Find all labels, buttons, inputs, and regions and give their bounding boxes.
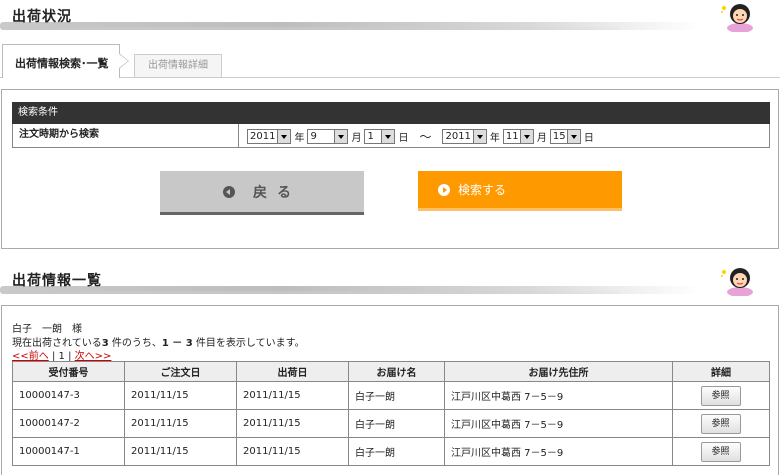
dropdown-arrow-icon bbox=[334, 129, 348, 143]
cell-id: 10000147-2 bbox=[12, 409, 125, 438]
dropdown-arrow-icon bbox=[472, 129, 486, 143]
mascot-icon bbox=[721, 268, 753, 296]
to-month-select[interactable]: 11 bbox=[502, 128, 534, 144]
shipping-list-header: 出荷情報一覧 bbox=[0, 264, 780, 300]
to-day-select[interactable]: 15 bbox=[549, 128, 581, 144]
results-panel: 白子 一朗 様 現在出荷されている3 件のうち、1 － 3 件目を表示しています… bbox=[1, 305, 779, 475]
cell-ship-date: 2011/11/15 bbox=[236, 437, 349, 466]
date-range: 2011 年 9 月 1 日 ～ 2011 年 11 月 15 日 bbox=[247, 128, 594, 144]
cell-id: 10000147-1 bbox=[12, 437, 125, 466]
cell-ship-date: 2011/11/15 bbox=[236, 381, 349, 410]
cell-address: 江戸川区中葛西 7－5－9 bbox=[444, 409, 673, 438]
cell-ship-date: 2011/11/15 bbox=[236, 409, 349, 438]
search-panel: 検索条件 注文時期から検索 2011 年 9 月 1 日 ～ 2011 年 11… bbox=[1, 89, 779, 249]
table-header-row: 受付番号 ご注文日 出荷日 お届け名 お届け先住所 詳細 bbox=[12, 361, 770, 382]
search-header: 検索条件 bbox=[12, 102, 770, 124]
customer-name: 白子 一朗 様 bbox=[12, 324, 82, 335]
tab-detail[interactable]: 出荷情報詳細 bbox=[134, 54, 222, 78]
table-row: 10000147-3 2011/11/15 2011/11/15 白子一朗 江戸… bbox=[12, 381, 770, 410]
col-header-name: お届け名 bbox=[348, 361, 445, 382]
cell-name: 白子一朗 bbox=[348, 381, 445, 410]
brush-stroke-accent bbox=[20, 291, 620, 294]
view-detail-button[interactable]: 参照 bbox=[700, 441, 741, 462]
cell-address: 江戸川区中葛西 7－5－9 bbox=[444, 381, 673, 410]
cell-address: 江戸川区中葛西 7－5－9 bbox=[444, 437, 673, 466]
search-row-label: 注文時期から検索 bbox=[13, 124, 239, 147]
play-icon bbox=[438, 183, 450, 196]
cell-id: 10000147-3 bbox=[12, 381, 125, 410]
from-day-select[interactable]: 1 bbox=[364, 128, 396, 144]
search-button[interactable]: 検索する bbox=[418, 171, 622, 211]
mascot-icon bbox=[721, 4, 753, 32]
search-button-label: 検索する bbox=[458, 183, 507, 197]
dropdown-arrow-icon bbox=[277, 129, 291, 143]
col-header-id: 受付番号 bbox=[12, 361, 125, 382]
dropdown-arrow-icon bbox=[519, 129, 533, 143]
back-button[interactable]: 戻る bbox=[160, 171, 364, 215]
view-detail-button[interactable]: 参照 bbox=[700, 413, 741, 434]
search-row: 注文時期から検索 2011 年 9 月 1 日 ～ 2011 年 11 月 15… bbox=[12, 124, 770, 148]
shipping-status-header: 出荷状況 bbox=[0, 0, 780, 36]
cell-name: 白子一朗 bbox=[348, 409, 445, 438]
dropdown-arrow-icon bbox=[381, 129, 395, 143]
col-header-ship-date: 出荷日 bbox=[236, 361, 349, 382]
tab-search-list[interactable]: 出荷情報検索･一覧 bbox=[2, 44, 120, 78]
brush-stroke-accent bbox=[20, 27, 620, 30]
cell-name: 白子一朗 bbox=[348, 437, 445, 466]
view-detail-button[interactable]: 参照 bbox=[700, 385, 741, 406]
pagination: <<前へ | 1 | 次へ>> bbox=[12, 351, 112, 362]
tab-bar: 出荷情報検索･一覧 出荷情報詳細 bbox=[0, 44, 780, 78]
cell-order-date: 2011/11/15 bbox=[124, 409, 237, 438]
col-header-address: お届け先住所 bbox=[444, 361, 673, 382]
to-year-select[interactable]: 2011 bbox=[442, 128, 487, 144]
results-table: 受付番号 ご注文日 出荷日 お届け名 お届け先住所 詳細 10000147-3 … bbox=[12, 361, 770, 466]
col-header-detail: 詳細 bbox=[672, 361, 770, 382]
dropdown-arrow-icon bbox=[566, 129, 580, 143]
back-arrow-icon bbox=[223, 185, 235, 198]
back-button-label: 戻る bbox=[253, 184, 301, 201]
table-row: 10000147-2 2011/11/15 2011/11/15 白子一朗 江戸… bbox=[12, 409, 770, 438]
from-month-select[interactable]: 9 bbox=[307, 128, 349, 144]
section-title: 出荷情報一覧 bbox=[12, 273, 102, 289]
cell-order-date: 2011/11/15 bbox=[124, 437, 237, 466]
table-row: 10000147-1 2011/11/15 2011/11/15 白子一朗 江戸… bbox=[12, 437, 770, 466]
col-header-order-date: ご注文日 bbox=[124, 361, 237, 382]
from-year-select[interactable]: 2011 bbox=[247, 128, 292, 144]
cell-order-date: 2011/11/15 bbox=[124, 381, 237, 410]
page-title: 出荷状況 bbox=[12, 9, 72, 25]
